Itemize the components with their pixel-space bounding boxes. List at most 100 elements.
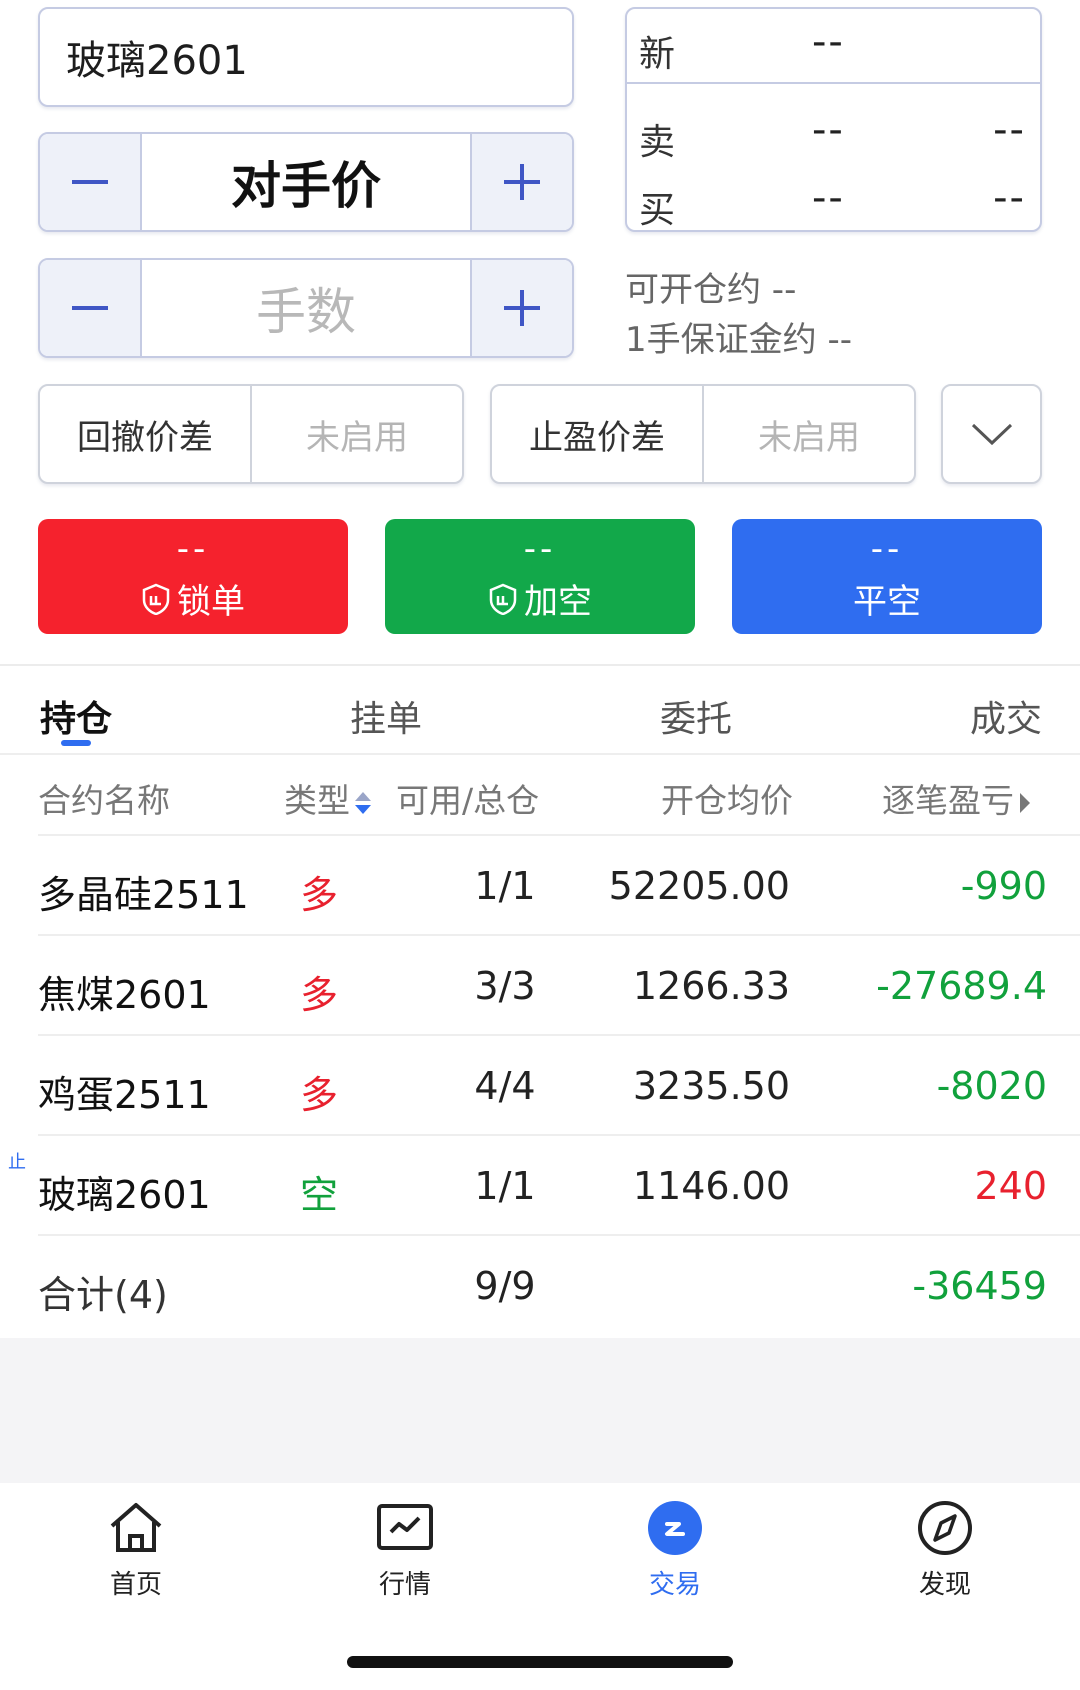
header-type-label: 类型 (284, 781, 350, 820)
total-pnl: -36459 (912, 1264, 1047, 1308)
empty-area (0, 1338, 1080, 1483)
nav-discover[interactable]: 发现 (875, 1500, 1015, 1601)
chevron-down-icon (971, 423, 1012, 446)
table-row[interactable]: 焦煤2601 多 3/3 1266.33 -27689.4 (38, 934, 1080, 1034)
chart-icon (377, 1504, 433, 1550)
expand-options-button[interactable] (941, 384, 1042, 484)
lots-stepper: 手数 (38, 258, 574, 358)
pnl-value: 240 (974, 1164, 1047, 1208)
nav-discover-label: 发现 (918, 1570, 971, 1600)
close-short-price: -- (870, 529, 904, 569)
tab-pending-orders[interactable]: 挂单 (350, 690, 422, 742)
total-available: 9/9 (474, 1264, 536, 1308)
available-total: 1/1 (474, 864, 536, 908)
header-type[interactable]: 类型 (284, 774, 372, 822)
trailing-spread-label: 回撤价差 (40, 386, 252, 482)
minus-icon (72, 306, 108, 310)
price-decrease-button[interactable] (40, 134, 140, 230)
pnl-value: -27689.4 (876, 964, 1047, 1008)
home-indicator (347, 1656, 733, 1668)
take-profit-spread-field[interactable]: 止盈价差 未启用 (490, 384, 916, 484)
header-pnl-label: 逐笔盈亏 (882, 781, 1014, 820)
minus-icon (72, 180, 108, 184)
lots-increase-button[interactable] (472, 260, 572, 356)
home-icon (110, 1503, 162, 1552)
pnl-value: -990 (960, 864, 1047, 908)
lots-decrease-button[interactable] (40, 260, 140, 356)
add-short-label: 加空 (524, 582, 592, 622)
price-stepper: 对手价 (38, 132, 574, 232)
price-type-value: 对手价 (231, 157, 381, 215)
stop-tag: 止 (8, 1152, 26, 1173)
buy-volume: -- (993, 175, 1026, 221)
header-avg-open-price: 开仓均价 (661, 781, 793, 820)
buy-price: -- (812, 175, 845, 221)
take-profit-spread-value: 未启用 (758, 417, 860, 458)
quote-buy-row[interactable]: 买 -- -- (627, 165, 1040, 231)
tab-positions[interactable]: 持仓 (40, 690, 112, 742)
lots-placeholder: 手数 (256, 283, 356, 341)
plus-icon (504, 164, 540, 200)
pnl-value: -8020 (936, 1064, 1047, 1108)
nav-trade-label: 交易 (648, 1570, 701, 1600)
nav-market-label: 行情 (378, 1570, 431, 1600)
trade-icon (648, 1501, 702, 1555)
table-row[interactable]: 止 玻璃2601 空 1/1 1146.00 240 (8, 1134, 1080, 1234)
contract-name: 焦煤2601 (38, 973, 211, 1017)
avg-open-price: 1146.00 (632, 1164, 790, 1208)
table-total-row: 合计(4) 9/9 -36459 (38, 1234, 1080, 1334)
add-short-price: -- (523, 529, 557, 569)
sell-label: 卖 (639, 122, 676, 163)
new-value: -- (812, 19, 845, 65)
lock-price: -- (176, 529, 210, 569)
compass-icon (918, 1501, 972, 1555)
shield-icon (142, 583, 170, 615)
tab-divider (0, 753, 1080, 755)
avg-open-price: 52205.00 (608, 864, 790, 908)
nav-market[interactable]: 行情 (335, 1500, 475, 1601)
price-increase-button[interactable] (472, 134, 572, 230)
lots-input[interactable]: 手数 (140, 260, 472, 356)
take-profit-spread-label: 止盈价差 (492, 386, 704, 482)
price-type-field[interactable]: 对手价 (140, 134, 472, 230)
sort-icon (355, 791, 371, 814)
margin-info: 1手保证金约 -- (625, 320, 852, 360)
active-tab-indicator (61, 740, 91, 746)
quote-sell-row[interactable]: 卖 -- -- (627, 97, 1040, 167)
nav-home[interactable]: 首页 (66, 1500, 206, 1601)
trailing-spread-field[interactable]: 回撤价差 未启用 (38, 384, 464, 484)
position-type: 多 (300, 873, 339, 917)
quote-panel: 新 -- 卖 -- -- 买 -- -- (625, 7, 1042, 232)
lock-label: 锁单 (177, 582, 245, 622)
table-row[interactable]: 鸡蛋2511 多 4/4 3235.50 -8020 (38, 1034, 1080, 1134)
sell-price: -- (812, 107, 845, 153)
total-label: 合计(4) (38, 1273, 168, 1317)
close-short-label: 平空 (853, 582, 921, 622)
sell-volume: -- (993, 107, 1026, 153)
instrument-value: 玻璃2601 (66, 38, 248, 84)
table-row[interactable]: 多晶硅2511 多 1/1 52205.00 -990 (38, 834, 1080, 934)
avg-open-price: 3235.50 (632, 1064, 790, 1108)
section-divider (0, 664, 1080, 666)
tab-trades[interactable]: 成交 (970, 690, 1042, 742)
avg-open-price: 1266.33 (632, 964, 790, 1008)
add-short-button[interactable]: -- 加空 (385, 519, 695, 634)
instrument-input[interactable]: 玻璃2601 (38, 7, 574, 107)
plus-icon (504, 290, 540, 326)
available-total: 4/4 (474, 1064, 536, 1108)
lock-order-button[interactable]: -- 锁单 (38, 519, 348, 634)
header-pnl[interactable]: 逐笔盈亏 (882, 774, 1032, 822)
close-short-button[interactable]: -- 平空 (732, 519, 1042, 634)
nav-home-label: 首页 (109, 1570, 162, 1600)
position-type: 多 (300, 1073, 339, 1117)
buy-label: 买 (639, 190, 676, 231)
nav-trade[interactable]: 交易 (605, 1500, 745, 1601)
new-label: 新 (639, 34, 676, 75)
caret-right-icon (1020, 792, 1030, 813)
contract-name: 鸡蛋2511 (38, 1073, 211, 1117)
contract-name: 多晶硅2511 (38, 873, 249, 917)
position-type: 空 (300, 1173, 339, 1217)
tab-orders[interactable]: 委托 (660, 690, 732, 742)
header-contract-name: 合约名称 (38, 781, 170, 820)
available-total: 3/3 (474, 964, 536, 1008)
